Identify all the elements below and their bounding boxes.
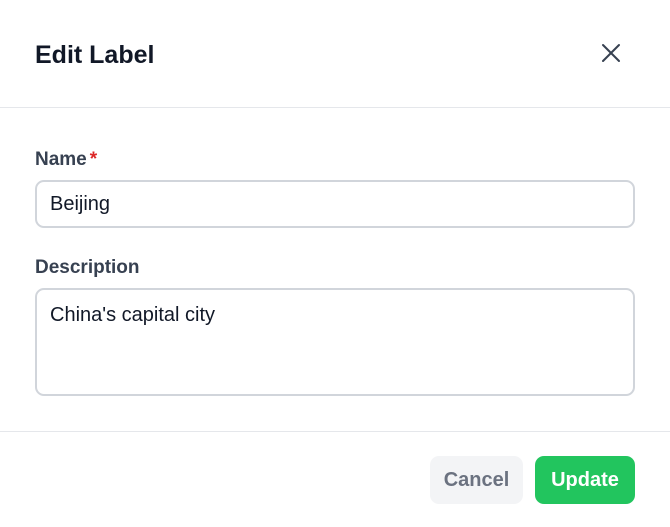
- name-input[interactable]: [35, 180, 635, 228]
- dialog-body: Name* Description China's capital city: [0, 108, 670, 432]
- close-icon: [602, 44, 620, 62]
- dialog-footer: Cancel Update: [0, 432, 670, 527]
- close-button[interactable]: [596, 38, 626, 68]
- edit-label-dialog: Edit Label Name* Description China's cap…: [0, 0, 670, 527]
- description-input[interactable]: China's capital city: [35, 288, 635, 396]
- name-label: Name *: [35, 148, 97, 172]
- cancel-button[interactable]: Cancel: [430, 456, 523, 504]
- name-label-text: Name: [35, 149, 87, 170]
- required-marker: *: [89, 149, 98, 170]
- dialog-header: Edit Label: [0, 0, 670, 108]
- dialog-title: Edit Label: [35, 41, 155, 69]
- update-button[interactable]: Update: [535, 456, 635, 504]
- description-label: Description: [35, 257, 140, 278]
